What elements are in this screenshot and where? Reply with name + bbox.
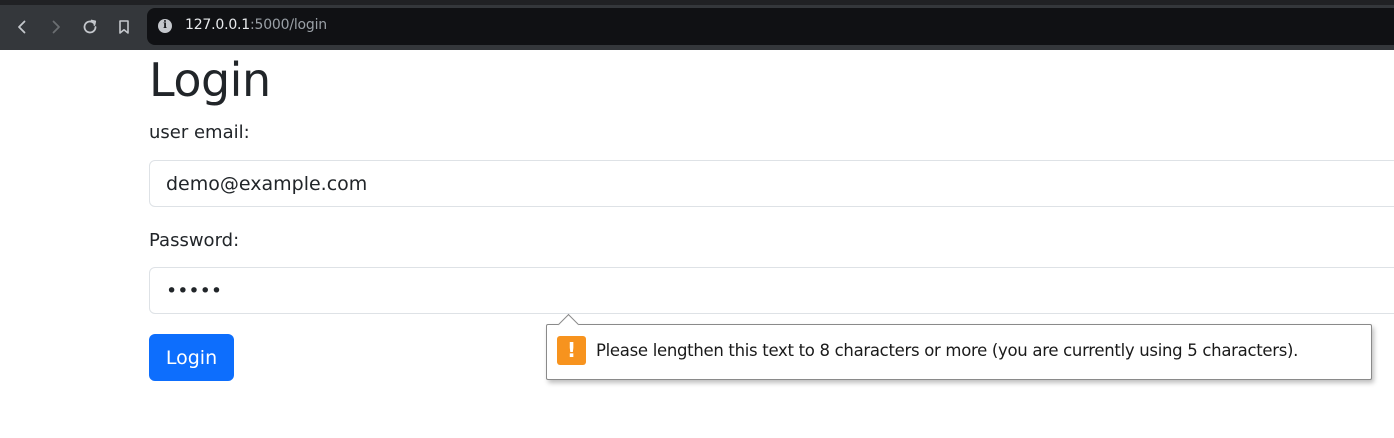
email-label: user email: (149, 122, 250, 143)
warning-icon: ! (557, 336, 586, 365)
email-field[interactable] (149, 160, 1394, 207)
page-title: Login (149, 53, 271, 107)
url-path: :5000/login (250, 17, 327, 33)
url-host: 127.0.0.1 (185, 17, 250, 33)
back-arrow-icon[interactable] (8, 13, 36, 41)
validation-message: Please lengthen this text to 8 character… (596, 341, 1299, 360)
address-bar[interactable]: i 127.0.0.1:5000/login (147, 8, 1394, 45)
browser-toolbar: i 127.0.0.1:5000/login (0, 0, 1394, 50)
info-icon[interactable]: i (158, 19, 172, 33)
url-text[interactable]: 127.0.0.1:5000/login (185, 17, 327, 33)
password-field[interactable] (149, 267, 1394, 314)
password-label: Password: (149, 230, 240, 251)
login-button[interactable]: Login (149, 334, 234, 381)
reload-icon[interactable] (76, 13, 104, 41)
validation-tooltip: ! Please lengthen this text to 8 charact… (546, 313, 1372, 380)
bookmark-icon[interactable] (110, 13, 138, 41)
forward-arrow-icon[interactable] (42, 13, 70, 41)
tooltip-arrow (557, 313, 580, 336)
